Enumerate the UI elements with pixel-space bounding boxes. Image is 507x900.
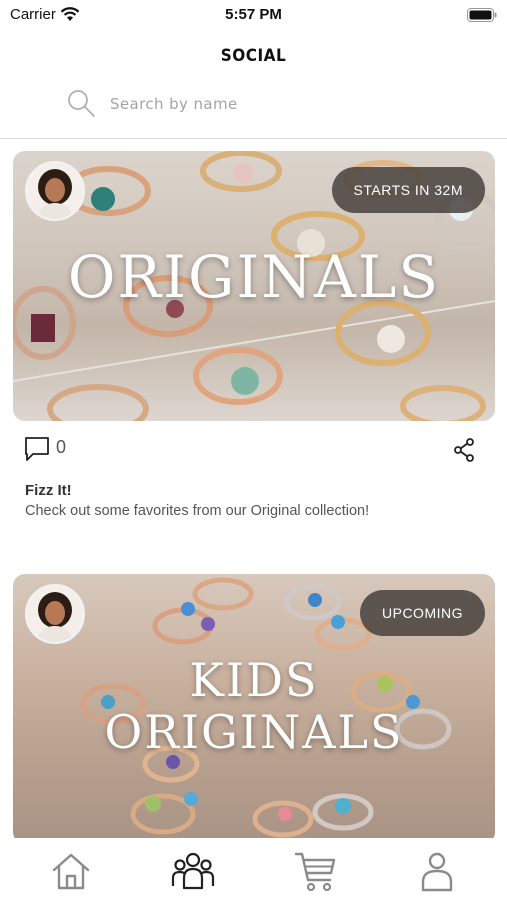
home-icon	[52, 853, 90, 890]
post-cover-image[interactable]: KIDS ORIGINALS UPCOMING	[13, 574, 495, 839]
cart-icon	[294, 852, 336, 892]
comment-icon[interactable]	[24, 436, 50, 462]
tab-bar	[0, 838, 507, 900]
post-cover-image[interactable]: ORIGINALS STARTS IN 32M	[13, 151, 495, 421]
avatar[interactable]	[25, 584, 85, 644]
page-title: SOCIAL	[220, 46, 287, 66]
profile-icon	[421, 852, 453, 892]
status-badge: STARTS IN 32M	[331, 167, 485, 213]
post-author: Fizz It!	[25, 482, 72, 499]
comment-count: 0	[56, 437, 67, 457]
post-caption: Check out some favorites from our Origin…	[25, 503, 370, 519]
tab-social[interactable]	[170, 848, 216, 894]
feed[interactable]: ORIGINALS STARTS IN 32M 0 Fizz It! Check…	[0, 139, 507, 839]
collection-title-line-1: KIDS	[189, 653, 319, 707]
search-icon	[68, 90, 95, 117]
avatar[interactable]	[25, 161, 85, 221]
battery-icon	[467, 8, 497, 22]
collection-title: KIDS ORIGINALS	[13, 654, 495, 758]
host-avatar-image	[27, 163, 83, 219]
collection-title-line-2: ORIGINALS	[104, 705, 404, 759]
tab-profile[interactable]	[414, 848, 460, 894]
clock: 5:57 PM	[225, 6, 282, 23]
status-bar: Carrier 5:57 PM	[0, 0, 507, 30]
search-input[interactable]	[110, 92, 430, 116]
status-badge: UPCOMING	[360, 590, 485, 636]
host-avatar-image	[27, 586, 83, 642]
share-icon[interactable]	[453, 438, 475, 462]
people-icon	[171, 852, 215, 890]
collection-title: ORIGINALS	[67, 243, 441, 311]
tab-cart[interactable]	[292, 848, 338, 894]
tab-home[interactable]	[48, 848, 94, 894]
search-bar[interactable]	[64, 84, 444, 124]
